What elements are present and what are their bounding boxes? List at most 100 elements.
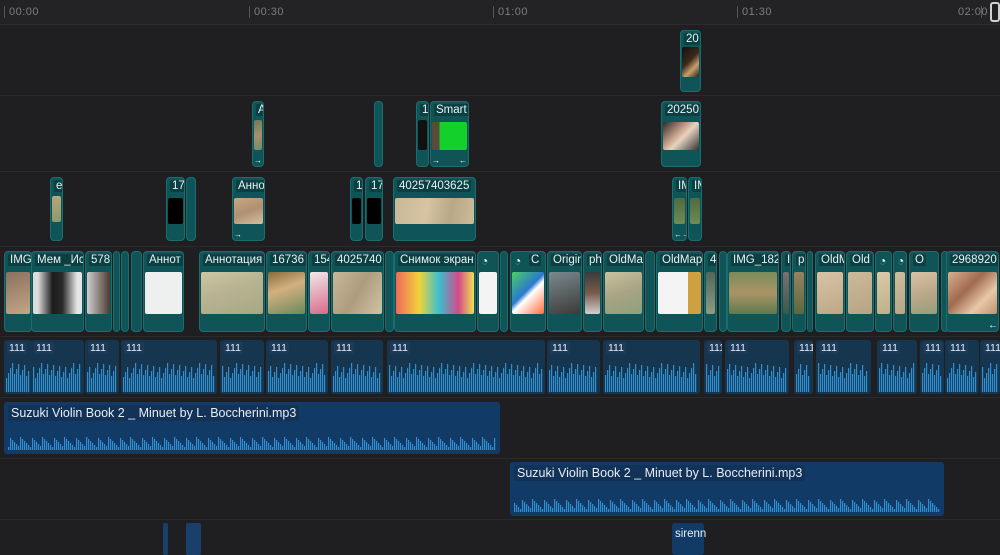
- video-clip[interactable]: [385, 251, 394, 332]
- video-clip[interactable]: IM: [688, 177, 702, 241]
- video-clip[interactable]: Origin: [547, 251, 582, 332]
- audio-clip[interactable]: 111: [31, 340, 84, 394]
- clip-label: Old: [850, 254, 872, 266]
- video-clip[interactable]: [645, 251, 655, 332]
- clip-thumbnail: [663, 122, 699, 150]
- trim-arrow-icon: ←→: [674, 230, 686, 239]
- video-clip[interactable]: 40257403625: [393, 177, 476, 241]
- clip-thumbnail: [52, 196, 61, 222]
- video-clip[interactable]: 154: [308, 251, 330, 332]
- video-clip[interactable]: Old: [846, 251, 874, 332]
- scroll-handle[interactable]: [990, 2, 1000, 22]
- video-clip[interactable]: IMG: [4, 251, 32, 332]
- waveform: [922, 363, 942, 392]
- audio-clip[interactable]: 111: [266, 340, 328, 394]
- video-clip[interactable]: [807, 251, 813, 332]
- ruler-label-3: 01:30: [742, 6, 773, 18]
- audio-clip[interactable]: 111: [920, 340, 944, 394]
- video-clip[interactable]: Smart → ←: [430, 101, 469, 167]
- video-clip[interactable]: 578: [85, 251, 112, 332]
- video-clip[interactable]: 20: [680, 30, 701, 92]
- audio-clip-label: 111: [550, 342, 570, 354]
- audio-clip[interactable]: 111: [85, 340, 119, 394]
- audio-clip-label: 111: [334, 342, 354, 354]
- video-clip[interactable]: C ◔: [510, 251, 546, 332]
- video-clip[interactable]: 16736: [266, 251, 307, 332]
- video-clip[interactable]: 17: [166, 177, 185, 241]
- clip-label: 40257403625: [397, 180, 472, 192]
- timeline-panel[interactable]: 00:00 00:30 01:00 01:30 02:00 20 A → 1 S…: [0, 0, 1000, 555]
- audio-clip-label: 111: [797, 342, 813, 354]
- video-clip[interactable]: Снимок экран: [394, 251, 476, 332]
- video-clip[interactable]: Ol◔: [875, 251, 892, 332]
- audio-clip[interactable]: 111: [387, 340, 545, 394]
- video-clip[interactable]: Мем _Ис: [31, 251, 84, 332]
- audio-clip[interactable]: 111: [816, 340, 871, 394]
- video-clip[interactable]: [374, 101, 383, 167]
- audio-clip[interactable]: 111: [945, 340, 979, 394]
- clip-thumbnail: [33, 272, 82, 314]
- music-clip[interactable]: Suzuki Violin Book 2 _ Minuet by L. Bocc…: [4, 402, 500, 454]
- video-clip[interactable]: IM ←→: [672, 177, 687, 241]
- video-clip[interactable]: Анно →: [232, 177, 265, 241]
- video-clip[interactable]: [121, 251, 129, 332]
- video-clip[interactable]: [719, 251, 727, 332]
- clip-thumbnail: [729, 272, 777, 314]
- video-clip[interactable]: O: [909, 251, 939, 332]
- audio-clip[interactable]: [163, 523, 168, 555]
- video-clip[interactable]: OldM: [815, 251, 845, 332]
- track-divider: [0, 336, 1000, 337]
- video-clip[interactable]: e: [50, 177, 63, 241]
- audio-clip[interactable]: 111: [725, 340, 789, 394]
- music-clip[interactable]: Suzuki Violin Book 2 _ Minuet by L. Bocc…: [510, 462, 944, 516]
- audio-clip[interactable]: 111: [220, 340, 264, 394]
- video-clip[interactable]: IMG_182: [727, 251, 779, 332]
- audio-clip[interactable]: 111: [704, 340, 722, 394]
- clip-thumbnail: [585, 272, 600, 314]
- audio-clip[interactable]: 111: [980, 340, 1000, 394]
- trim-arrow-icon: →: [254, 156, 262, 165]
- video-clip[interactable]: 17: [365, 177, 383, 241]
- time-ruler[interactable]: 00:00 00:30 01:00 01:30 02:00: [0, 0, 1000, 25]
- video-clip[interactable]: p: [792, 251, 806, 332]
- video-clip[interactable]: [500, 251, 508, 332]
- audio-clip[interactable]: sirenn: [672, 523, 706, 555]
- video-clip[interactable]: Аннот: [143, 251, 184, 332]
- clip-label: C: [529, 254, 542, 266]
- audio-clip[interactable]: [186, 523, 201, 555]
- audio-clip[interactable]: 111: [331, 340, 383, 394]
- video-clip[interactable]: [186, 177, 196, 241]
- audio-clip[interactable]: 111: [794, 340, 813, 394]
- video-clip[interactable]: OldMa: [603, 251, 644, 332]
- waveform: [879, 363, 915, 392]
- video-clip[interactable]: 4025740: [331, 251, 384, 332]
- video-clip[interactable]: [113, 251, 120, 332]
- clip-thumbnail: [948, 272, 997, 314]
- video-clip[interactable]: ◔: [477, 251, 499, 332]
- video-clip[interactable]: ph: [583, 251, 602, 332]
- audio-clip[interactable]: 111: [4, 340, 32, 394]
- music-clip-label: Suzuki Violin Book 2 _ Minuet by L. Bocc…: [8, 405, 300, 421]
- video-clip[interactable]: 4: [704, 251, 717, 332]
- video-clip[interactable]: IM: [781, 251, 791, 332]
- waveform: [514, 499, 940, 512]
- video-clip[interactable]: 20250: [661, 101, 701, 167]
- video-clip[interactable]: OldMap: [656, 251, 703, 332]
- video-clip[interactable]: A →: [252, 101, 264, 167]
- video-clip[interactable]: [131, 251, 142, 332]
- video-clip[interactable]: O◔: [893, 251, 907, 332]
- video-clip[interactable]: 1: [416, 101, 429, 167]
- clip-label: Аннот: [147, 254, 183, 266]
- video-clip[interactable]: 1: [350, 177, 363, 241]
- trim-arrow-icon: ←: [459, 156, 467, 165]
- audio-clip[interactable]: 111: [121, 340, 217, 394]
- clip-thumbnail: [690, 198, 700, 224]
- audio-clip[interactable]: 111: [547, 340, 600, 394]
- audio-clip-label: 111: [707, 342, 722, 354]
- ruler-label-0: 00:00: [9, 6, 40, 18]
- clip-label: OldM: [819, 254, 844, 266]
- audio-clip[interactable]: 111: [877, 340, 917, 394]
- video-clip[interactable]: Аннотация: [199, 251, 265, 332]
- ruler-tick: [737, 6, 738, 18]
- audio-clip[interactable]: 111: [603, 340, 700, 394]
